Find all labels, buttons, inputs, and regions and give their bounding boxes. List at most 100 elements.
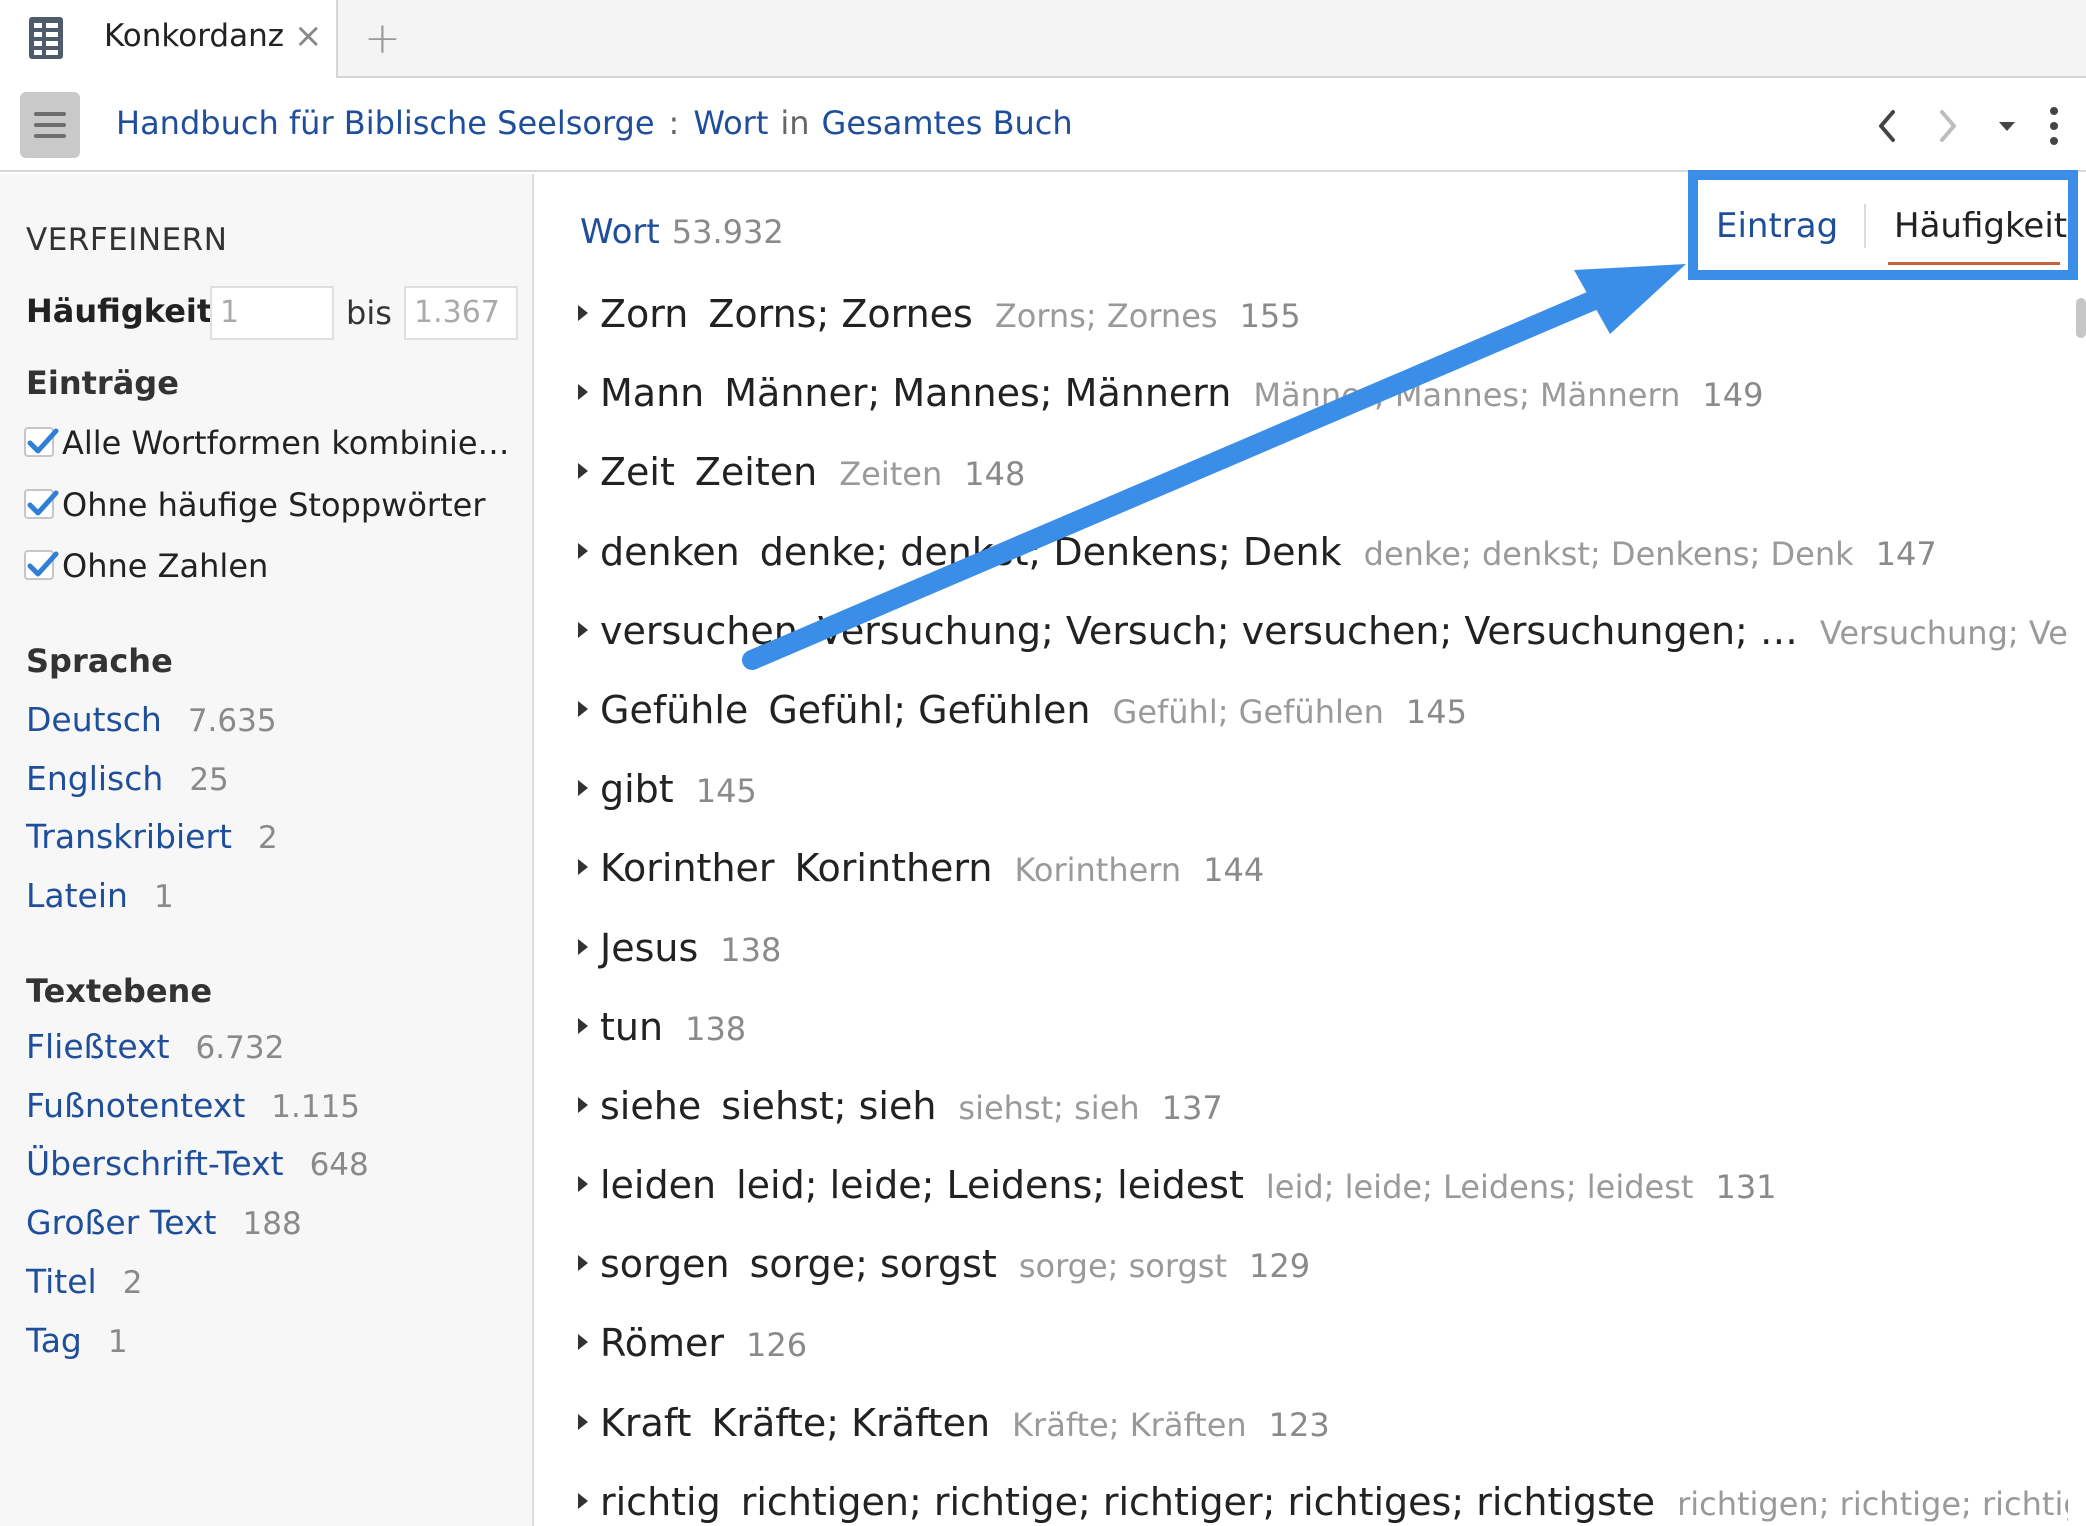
entry-forms: siehst; sieh [721,1083,937,1128]
expand-triangle-icon[interactable] [578,1334,588,1351]
entry-word[interactable]: richtig [600,1480,721,1524]
forward-icon[interactable] [1940,110,1956,142]
entry-count: 148 [964,455,1026,494]
list-item[interactable]: Mann Männer; Mannes; Männern Männer; Manne… [578,371,2068,450]
checkbox[interactable] [24,489,59,519]
checkbox[interactable] [24,427,59,457]
tab-konkordanz[interactable]: Konkordanz × [0,0,338,78]
entry-forms-detail: siehst; sieh [958,1088,1140,1127]
check-no-numbers[interactable]: Ohne Zahlen [24,547,268,591]
checkbox[interactable] [24,550,59,580]
list-item[interactable]: siehe siehst; sieh siehst; sieh 137 [578,1084,2068,1163]
crumb-scope[interactable]: Gesamtes Buch [822,104,1073,142]
menu-button[interactable] [20,92,80,158]
entry-word[interactable]: gibt [600,767,674,811]
close-icon[interactable]: × [294,16,323,56]
nav-icons [1879,107,2058,145]
expand-triangle-icon[interactable] [578,1492,588,1509]
dropdown-icon[interactable] [1999,122,2015,131]
sort-by-entry[interactable]: Eintrag [1716,206,1838,246]
entry-word[interactable]: Mann [600,371,704,415]
frequency-to-input[interactable]: 1.367 [404,286,518,340]
language-heading: Sprache [26,642,173,680]
crumb-resource[interactable]: Handbuch für Biblische Seelsorge [116,104,655,142]
expand-triangle-icon[interactable] [578,859,588,876]
expand-triangle-icon[interactable] [578,542,588,559]
list-item[interactable]: Korinther Korinthern Korinthern 144 [578,846,2068,925]
menu-icon [34,112,66,116]
expand-triangle-icon[interactable] [578,384,588,401]
entry-word[interactable]: tun [600,1005,663,1049]
check-combine-forms[interactable]: Alle Wortformen kombinie… [24,424,510,468]
list-item[interactable]: Jesus 138 [578,926,2068,1005]
expand-triangle-icon[interactable] [578,780,588,797]
entry-word[interactable]: denken [600,530,740,574]
expand-triangle-icon[interactable] [578,1176,588,1193]
entry-count: 149 [1702,376,1764,415]
expand-triangle-icon[interactable] [578,463,588,480]
entry-forms: Männer; Mannes; Männern [724,371,1232,416]
entry-count: 126 [745,1326,808,1365]
expand-triangle-icon[interactable] [578,938,588,955]
expand-triangle-icon[interactable] [578,305,588,321]
list-item[interactable]: tun 138 [578,1005,2068,1084]
entry-count: 138 [685,1009,747,1048]
sort-by-frequency[interactable]: Häufigkeit [1894,206,2067,246]
list-item[interactable]: denken denke; denkst; Denkens; Denk denke;… [578,530,2068,609]
facet-textlevel-fussnotentext[interactable]: Fußnotentext 1.115 [26,1086,360,1125]
entry-word[interactable]: leiden [600,1163,716,1207]
entry-word[interactable]: Zorn [600,292,688,336]
entry-word[interactable]: sorgen [600,1242,730,1286]
list-item[interactable]: richtig richtigen; richtige; richtiger; r… [578,1480,2068,1526]
entry-word[interactable]: Jesus [600,926,698,970]
list-item[interactable]: Kraft Kräfte; Kräften Kräfte; Kräften 123 [578,1401,2068,1480]
facet-language-deutsch[interactable]: Deutsch 7.635 [26,700,277,739]
expand-triangle-icon[interactable] [578,1096,588,1113]
scrollbar-thumb[interactable] [2076,298,2086,338]
back-icon[interactable] [1879,110,1895,142]
results-label[interactable]: Wort [580,212,660,252]
facet-language-transkribiert[interactable]: Transkribiert 2 [26,817,278,856]
check-label: Alle Wortformen kombinie… [62,424,510,462]
word-list: Zorn Zorns; Zornes Zorns; Zornes 155 Mann Män… [578,292,2068,1526]
facet-language-englisch[interactable]: Englisch 25 [26,759,229,798]
expand-triangle-icon[interactable] [578,1255,588,1272]
list-item[interactable]: Zeit Zeiten Zeiten 148 [578,450,2068,529]
check-label: Ohne Zahlen [62,547,269,585]
facet-textlevel-ueberschrift[interactable]: Überschrift-Text 648 [26,1144,369,1183]
entry-forms-detail: Zorns; Zornes [994,297,1218,335]
facet-textlevel-tag[interactable]: Tag 1 [26,1321,128,1360]
expand-triangle-icon[interactable] [578,700,588,717]
list-item[interactable]: Zorn Zorns; Zornes Zorns; Zornes 155 [578,292,2068,371]
facet-textlevel-fliesstext[interactable]: Fließtext 6.732 [26,1027,284,1066]
entry-word[interactable]: siehe [600,1084,701,1128]
frequency-from-input[interactable]: 1 [210,286,334,340]
list-item[interactable]: Römer 126 [578,1321,2068,1400]
list-item[interactable]: gibt 145 [578,767,2068,846]
expand-triangle-icon[interactable] [578,1017,588,1034]
checkmark-icon [27,551,59,577]
list-item[interactable]: versuchen Versuchung; Versuch; versuchen;… [578,609,2068,688]
entry-word[interactable]: Zeit [600,450,675,494]
expand-triangle-icon[interactable] [578,621,588,638]
list-item[interactable]: sorgen sorge; sorgst sorge; sorgst 129 [578,1242,2068,1321]
crumb-type[interactable]: Wort [693,104,768,142]
expand-triangle-icon[interactable] [578,1413,588,1430]
list-item[interactable]: Gefühle Gefühl; Gefühlen Gefühl; Gefühlen 1… [578,688,2068,767]
entry-count: 145 [1405,692,1467,731]
more-icon[interactable] [2050,107,2058,145]
entry-forms-detail: Gefühl; Gefühlen [1112,692,1384,731]
entry-forms: richtigen; richtige; richtiger; richtige… [740,1479,1656,1524]
entry-word[interactable]: Römer [600,1321,724,1365]
entry-word[interactable]: Kraft [600,1401,691,1445]
add-tab-button[interactable]: + [364,14,401,64]
facet-textlevel-grosser-text[interactable]: Großer Text 188 [26,1203,302,1242]
facet-textlevel-titel[interactable]: Titel 2 [26,1262,142,1301]
entry-word[interactable]: Korinther [600,846,775,890]
list-item[interactable]: leiden leid; leide; Leidens; leidest leid;… [578,1163,2068,1242]
entry-word[interactable]: Gefühle [600,688,748,732]
entry-forms: Zorns; Zornes [708,292,973,336]
facet-language-latein[interactable]: Latein 1 [26,876,174,915]
entry-word[interactable]: versuchen [600,609,798,653]
check-no-stopwords[interactable]: Ohne häufige Stoppwörter [24,486,485,530]
